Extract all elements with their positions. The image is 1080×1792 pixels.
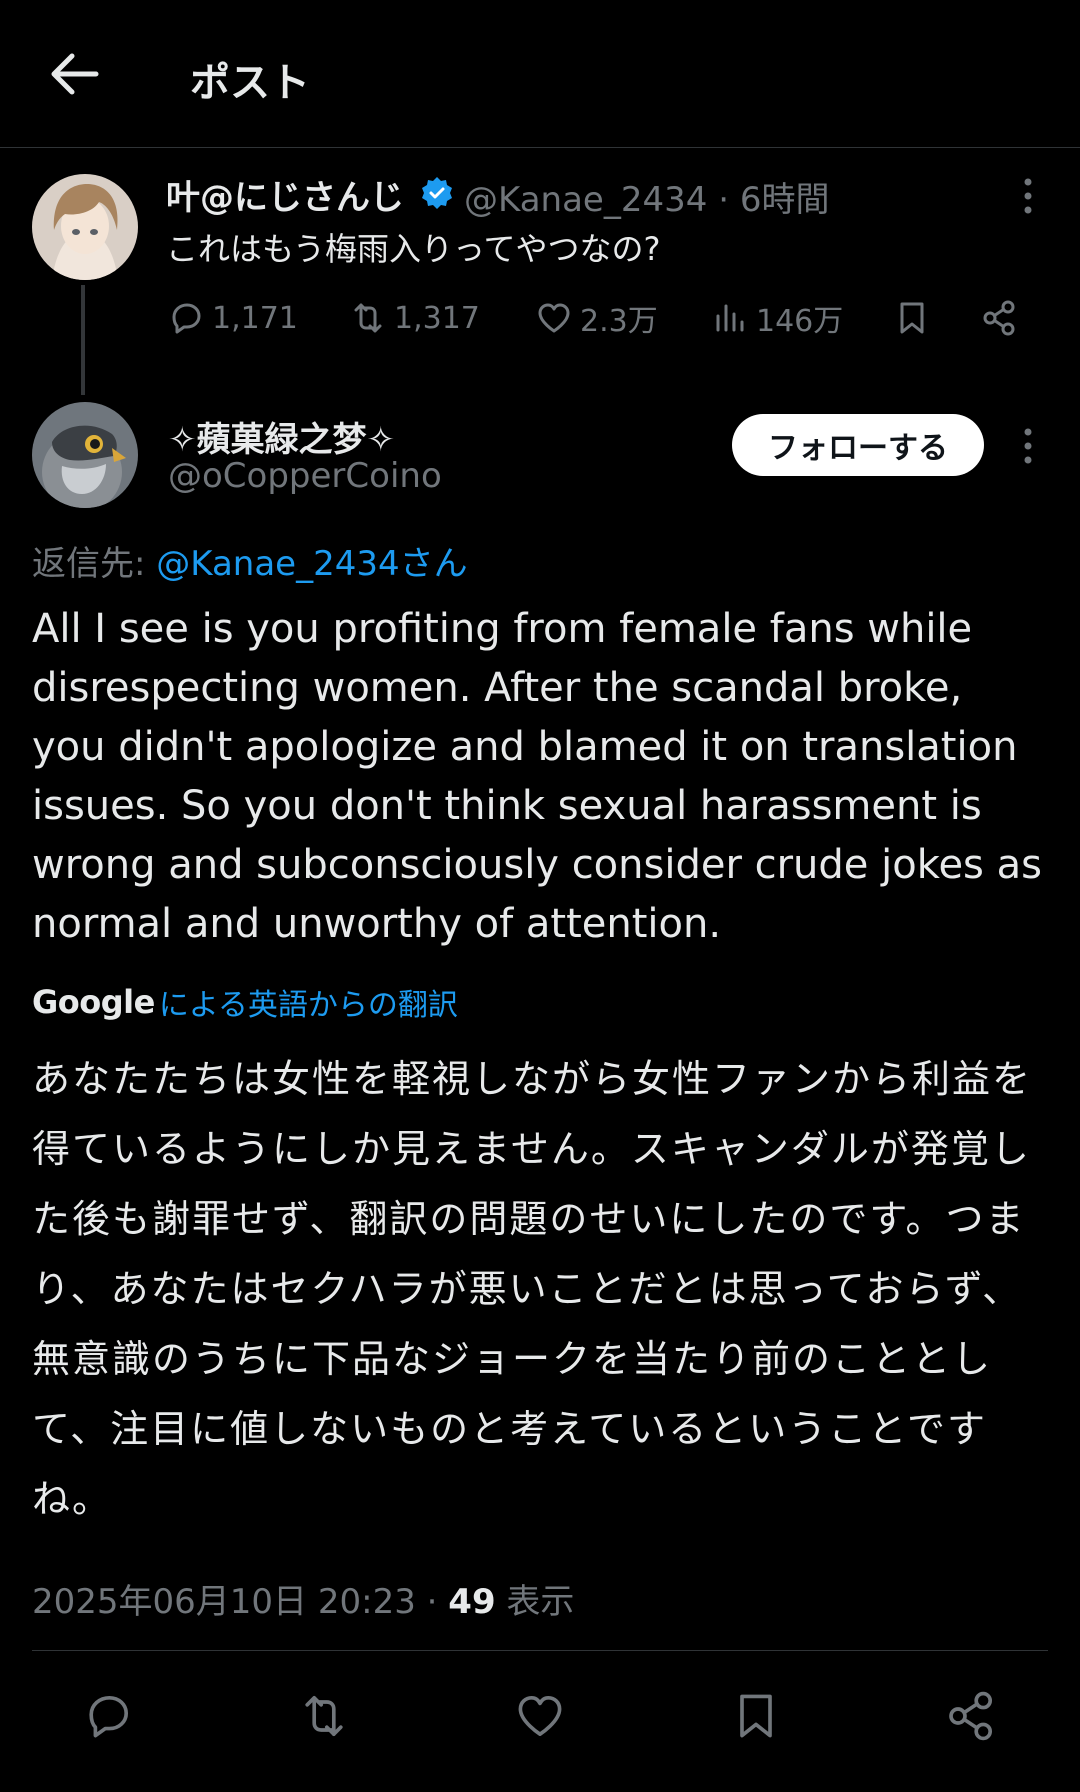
heart-icon[interactable] (512, 1688, 568, 1744)
top-bar: ポスト (0, 0, 1080, 148)
translation-label[interactable]: による英語からの翻訳 (159, 980, 458, 1024)
reply-display-name[interactable]: ✧蘋菓緑之梦✧ (168, 412, 395, 461)
share-icon[interactable] (944, 1688, 1000, 1744)
reply-icon (172, 303, 201, 334)
view-count: 49 (448, 1582, 496, 1622)
parent-handle[interactable]: @Kanae_2434 (464, 180, 707, 220)
divider (32, 1650, 1048, 1651)
repost-icon (354, 303, 382, 333)
meta-separator: · (718, 180, 729, 220)
reply-action[interactable]: 1,171 (166, 296, 298, 340)
reply-avatar[interactable] (32, 402, 138, 508)
parent-post-text: これはもう梅雨入りってやつなの? (166, 230, 661, 268)
share-action[interactable] (980, 296, 1026, 340)
view-label: 表示 (495, 1582, 575, 1622)
share-icon (983, 300, 1015, 336)
repost-count: 1,317 (394, 300, 480, 336)
thread-line (81, 285, 85, 395)
follow-button[interactable]: フォローする (732, 414, 984, 476)
translated-text: あなたたちは女性を軽視しながら女性ファンから利益を得ているようにしか見えません。… (32, 1057, 1033, 1521)
verified-badge-icon (420, 176, 454, 210)
view-count: 146万 (756, 304, 844, 339)
replying-to-link[interactable]: @Kanae_2434さん (156, 544, 467, 584)
parent-avatar[interactable] (32, 174, 138, 280)
views-action[interactable]: 146万 (710, 296, 843, 340)
replying-prefix: 返信先: (32, 544, 157, 584)
more-options-icon[interactable] (1016, 426, 1040, 466)
bookmark-icon (900, 302, 924, 334)
reply-post-text: All I see is you profiting from female f… (32, 606, 1042, 947)
repost-icon[interactable] (296, 1688, 352, 1744)
bookmark-action[interactable] (892, 296, 938, 340)
analytics-icon (716, 304, 744, 332)
timestamp-separator: · (415, 1582, 449, 1622)
reply-handle[interactable]: @oCopperCoino (168, 456, 442, 496)
parent-meta: @Kanae_2434 · 6時間 (464, 172, 829, 221)
reply-icon[interactable] (80, 1688, 136, 1744)
page-title: ポスト (190, 60, 310, 106)
google-logo: Google (32, 983, 155, 1021)
reply-count: 1,171 (212, 300, 298, 336)
translation-attribution[interactable]: Google による英語からの翻訳 (32, 980, 458, 1024)
heart-icon (538, 303, 570, 333)
more-options-icon[interactable] (1016, 176, 1040, 216)
repost-action[interactable]: 1,317 (348, 296, 480, 340)
timestamp-text[interactable]: 2025年06月10日 20:23 (32, 1582, 416, 1622)
parent-time[interactable]: 6時間 (740, 180, 830, 220)
bookmark-icon[interactable] (728, 1688, 784, 1744)
like-action[interactable]: 2.3万 (534, 296, 658, 340)
like-count: 2.3万 (580, 304, 658, 339)
post-timestamp: 2025年06月10日 20:23 · 49 表示 (32, 1574, 574, 1623)
parent-display-name[interactable]: 叶@にじさんじ (166, 170, 404, 219)
back-arrow-icon[interactable] (46, 46, 102, 102)
replying-to: 返信先: @Kanae_2434さん (32, 536, 468, 585)
